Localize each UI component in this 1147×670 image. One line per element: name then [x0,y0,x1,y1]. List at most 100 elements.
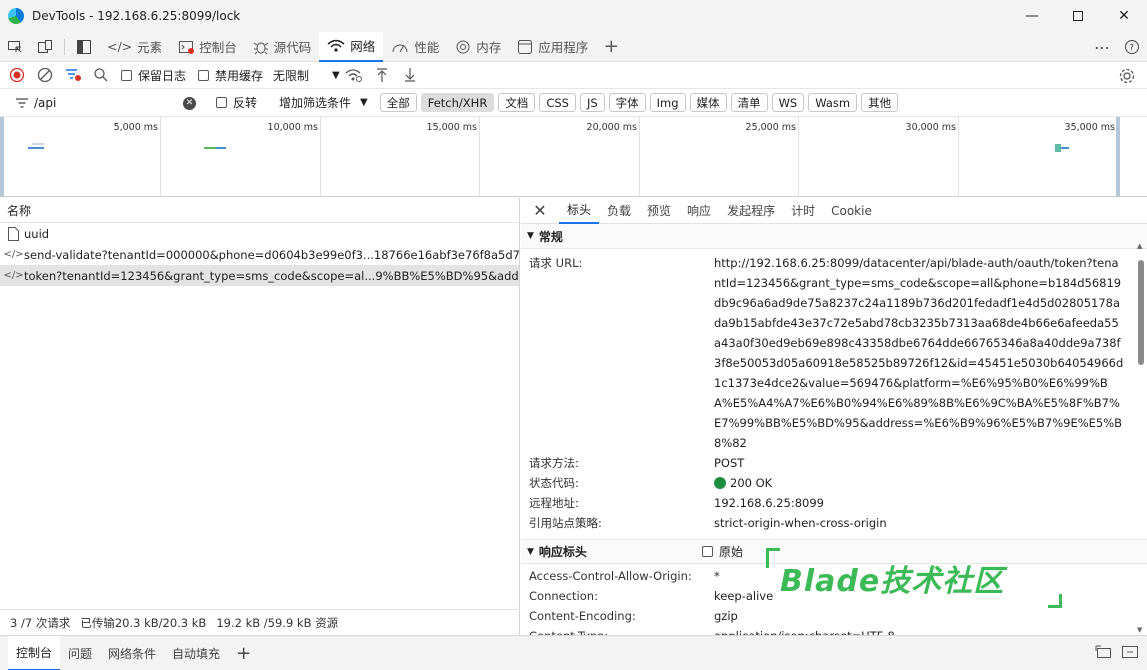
search-icon[interactable] [87,62,115,89]
type-filter-img[interactable]: Img [649,93,686,112]
chevron-down-icon: ▼ [360,97,368,108]
network-summary-bar: 3 /7 次请求 已传输20.3 kB/20.3 kB 19.2 kB /59.… [0,609,520,635]
filter-input[interactable]: /api ✕ [8,92,198,114]
tab-memory[interactable]: 内存 [447,32,509,62]
svg-text:?: ? [1129,44,1134,54]
scroll-up-icon[interactable]: ▲ [1137,242,1142,250]
tab-cookie[interactable]: Cookie [823,198,880,224]
drawer-tab-network-conditions[interactable]: 网络条件 [100,636,164,670]
timeline-label: 20,000 ms [586,122,637,133]
type-filter-doc[interactable]: 文档 [498,93,536,112]
clear-filter-icon[interactable]: ✕ [183,96,196,110]
timeline-gridline [958,117,959,197]
tab-performance[interactable]: 性能 [383,32,447,62]
header-key: Access-Control-Allow-Origin: [529,569,692,583]
header-row: 远程地址: 192.168.6.25:8099 [521,493,1147,513]
type-filter-other[interactable]: 其他 [861,93,899,112]
header-key: 远程地址: [529,496,579,510]
close-detail-icon[interactable]: ✕ [521,198,559,224]
tab-timing[interactable]: 计时 [783,198,823,224]
filter-bar: /api ✕ 反转 增加筛选条件 ▼ 全部 Fetch/XHR 文档 CSS J… [0,89,1147,117]
tab-elements[interactable]: </> 元素 [99,32,170,62]
title-bar: DevTools - 192.168.6.25:8099/lock — ✕ [0,0,1147,32]
chevron-down-icon: ▼ [332,69,340,81]
type-filter-wasm[interactable]: Wasm [808,93,858,112]
more-options-icon[interactable]: ⋯ [1087,32,1117,62]
type-filter-manifest[interactable]: 清单 [730,93,768,112]
tab-console[interactable]: 控制台 [170,32,245,62]
type-filter-media[interactable]: 媒体 [689,93,727,112]
header-row: 请求 URL: http://192.168.6.25:8099/datacen… [521,253,1147,453]
raw-headers-checkbox[interactable]: 原始 [701,543,743,560]
scrollbar-thumb[interactable] [1138,260,1144,365]
drawer-tab-issues[interactable]: 问题 [60,636,100,670]
download-icon[interactable] [396,62,424,89]
request-count: 3 /7 次请求 [10,615,71,630]
maximize-icon[interactable] [1055,0,1101,32]
tab-payload[interactable]: 负载 [599,198,639,224]
timeline-left-handle[interactable] [0,117,4,197]
type-filter-all[interactable]: 全部 [379,93,417,112]
close-drawer-icon[interactable] [1121,645,1139,662]
checkbox-box [198,69,210,81]
add-drawer-tab-icon[interactable]: + [228,636,259,670]
header-row: 请求方法: POST [521,453,1147,473]
more-filters-dropdown[interactable]: 增加筛选条件 ▼ [279,94,368,111]
tab-initiator[interactable]: 发起程序 [719,198,783,224]
tab-sources[interactable]: 源代码 [245,32,320,62]
minimize-icon[interactable]: — [1009,0,1055,32]
type-filter-fetch-xhr[interactable]: Fetch/XHR [420,93,495,112]
throttling-select[interactable]: 无限制 ▼ [273,67,340,84]
preserve-log-checkbox[interactable]: 保留日志 [121,67,186,84]
invert-checkbox[interactable]: 反转 [216,94,257,111]
close-icon[interactable]: ✕ [1101,0,1147,32]
wifi-icon [327,39,345,53]
name-column-header[interactable]: 名称 [0,198,519,223]
timeline-gridline [160,117,161,197]
request-row-uuid[interactable]: uuid [0,223,519,244]
filter-settings-icon[interactable] [59,62,87,89]
header-key: 状态代码: [529,476,579,490]
tab-headers[interactable]: 标头 [559,198,600,224]
undock-drawer-icon[interactable] [1095,645,1113,662]
timeline-overview[interactable]: 5,000 ms 10,000 ms 15,000 ms 20,000 ms 2… [0,117,1147,197]
tab-network[interactable]: 网络 [319,31,384,62]
request-row-token[interactable]: </> token?tenantId=123456&grant_type=sms… [0,265,519,286]
timeline-request-bar [32,143,44,145]
network-settings-gear-icon[interactable] [1113,62,1141,89]
drawer-tab-autofill[interactable]: 自动填充 [164,636,228,670]
timeline-gridline [639,117,640,197]
type-filter-css[interactable]: CSS [539,93,576,112]
type-filter-js[interactable]: JS [579,93,605,112]
timeline-request-bar [28,147,44,149]
checkbox-box [216,97,227,108]
detail-scrollbar[interactable]: ▲ ▼ [1137,242,1145,634]
tab-application[interactable]: 应用程序 [509,32,596,62]
main-tabs-bar: </> 元素 控制台 源代码 网络 性能 内存 应用程序 + ⋯ ? [0,31,1147,62]
record-icon[interactable] [3,62,31,89]
timeline-label: 15,000 ms [426,122,477,133]
general-section: 请求 URL: http://192.168.6.25:8099/datacen… [521,249,1147,533]
type-filter-font[interactable]: 字体 [608,93,646,112]
timeline-right-handle[interactable] [1116,117,1120,197]
tab-response[interactable]: 响应 [679,198,719,224]
device-toolbar-icon[interactable] [30,32,60,62]
scroll-down-icon[interactable]: ▼ [1137,626,1142,634]
disable-cache-checkbox[interactable]: 禁用缓存 [198,67,263,84]
drawer-tab-console[interactable]: 控制台 [8,635,61,670]
general-section-header[interactable]: ▼ 常规 [521,224,1147,249]
bug-icon [253,39,269,55]
upload-icon[interactable] [368,62,396,89]
dock-icon[interactable] [69,32,99,62]
memory-icon [455,39,471,55]
header-key: Connection: [529,589,598,603]
timeline-label: 10,000 ms [267,122,318,133]
request-row-send-validate[interactable]: </> send-validate?tenantId=000000&phone=… [0,244,519,265]
type-filter-ws[interactable]: WS [771,93,805,112]
network-conditions-icon[interactable] [340,62,368,89]
clear-icon[interactable] [31,62,59,89]
add-tab-icon[interactable]: + [596,32,626,62]
inspect-icon[interactable] [0,32,30,62]
help-icon[interactable]: ? [1117,32,1147,62]
tab-preview[interactable]: 预览 [639,198,679,224]
